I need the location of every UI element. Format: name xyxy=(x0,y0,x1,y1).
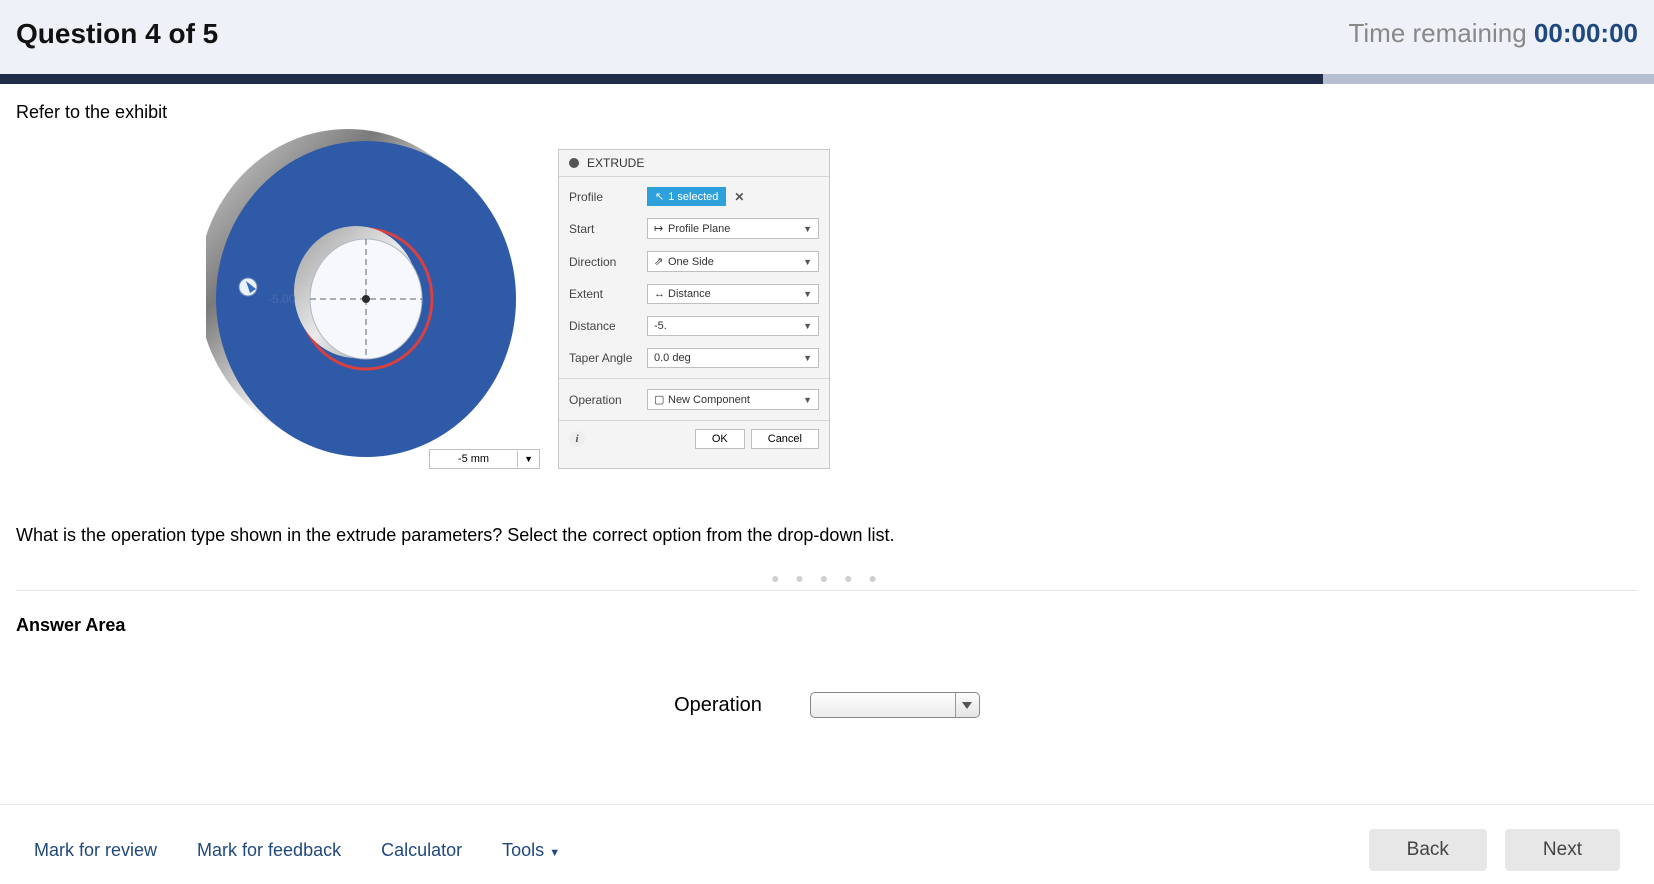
model-preview: -5.00 -5 mm ▼ xyxy=(206,129,526,469)
direction-select[interactable]: ⇗One Side ▼ xyxy=(647,251,819,272)
extent-value: Distance xyxy=(668,288,711,300)
taper-value: 0.0 deg xyxy=(654,352,691,364)
operation-dropdown[interactable] xyxy=(810,692,980,718)
dimension-value: -5 mm xyxy=(430,450,517,468)
extent-select[interactable]: ↔Distance ▼ xyxy=(647,284,819,304)
triangle-down-icon xyxy=(962,702,972,709)
header-bar: Question 4 of 5 Time remaining 00:00:00 xyxy=(0,0,1654,74)
profile-label: Profile xyxy=(569,190,647,204)
panel-title-bar: EXTRUDE xyxy=(559,150,829,177)
dimension-pill[interactable]: -5 mm ▼ xyxy=(429,449,540,469)
chevron-down-icon: ▼ xyxy=(549,847,560,859)
extrude-panel: EXTRUDE Profile ↖ 1 selected ✕ Start ↦Pr… xyxy=(558,149,830,469)
exhibit: -5.00 -5 mm ▼ EXTRUDE Profile ↖ 1 select… xyxy=(206,129,1638,469)
row-profile: Profile ↖ 1 selected ✕ xyxy=(559,181,829,212)
start-select[interactable]: ↦Profile Plane ▼ xyxy=(647,218,819,239)
answer-row: Operation xyxy=(16,692,1638,718)
svg-text:-5.00: -5.00 xyxy=(268,292,296,306)
chevron-down-icon: ▼ xyxy=(803,224,812,234)
distance-value: -5. xyxy=(654,320,667,332)
panel-footer: i OK Cancel xyxy=(559,420,829,457)
calculator-link[interactable]: Calculator xyxy=(381,840,462,861)
ring-model-svg: -5.00 xyxy=(206,129,526,469)
row-extent: Extent ↔Distance ▼ xyxy=(559,278,829,310)
start-label: Start xyxy=(569,222,647,236)
chevron-down-icon: ▼ xyxy=(803,395,812,405)
panel-title: EXTRUDE xyxy=(587,156,644,170)
question-title: Question 4 of 5 xyxy=(16,18,218,50)
extent-label: Extent xyxy=(569,287,647,301)
taper-input[interactable]: 0.0 deg ▼ xyxy=(647,348,819,368)
dropdown-button[interactable] xyxy=(955,693,979,717)
taper-label: Taper Angle xyxy=(569,351,647,365)
time-remaining: Time remaining 00:00:00 xyxy=(1348,18,1638,49)
direction-icon: ⇗ xyxy=(654,255,668,268)
cursor-icon: ↖ xyxy=(655,190,664,203)
tools-link[interactable]: Tools ▼ xyxy=(502,840,560,861)
tools-label: Tools xyxy=(502,840,544,860)
chevron-down-icon: ▼ xyxy=(803,353,812,363)
divider xyxy=(16,590,1638,591)
chevron-down-icon: ▼ xyxy=(803,289,812,299)
next-button[interactable]: Next xyxy=(1505,829,1620,871)
direction-value: One Side xyxy=(668,256,714,268)
instruction-text: Refer to the exhibit xyxy=(16,102,1638,123)
chevron-down-icon: ▼ xyxy=(517,451,539,467)
answer-area-label: Answer Area xyxy=(16,615,1638,636)
mark-feedback-link[interactable]: Mark for feedback xyxy=(197,840,341,861)
component-icon: ▢ xyxy=(654,393,668,406)
row-taper: Taper Angle 0.0 deg ▼ xyxy=(559,342,829,374)
start-value: Profile Plane xyxy=(668,223,730,235)
profile-value: 1 selected xyxy=(668,191,718,203)
chevron-down-icon: ▼ xyxy=(803,321,812,331)
progress-bar xyxy=(0,74,1654,84)
mark-review-link[interactable]: Mark for review xyxy=(34,840,157,861)
dots-separator: ● ● ● ● ● xyxy=(16,570,1638,586)
info-icon[interactable]: i xyxy=(569,431,585,447)
chevron-down-icon: ▼ xyxy=(803,257,812,267)
distance-icon: ↔ xyxy=(654,288,668,300)
distance-label: Distance xyxy=(569,319,647,333)
progress-fill xyxy=(0,74,1323,84)
time-label: Time remaining xyxy=(1348,18,1533,48)
direction-label: Direction xyxy=(569,255,647,269)
cancel-button[interactable]: Cancel xyxy=(751,429,819,449)
time-value: 00:00:00 xyxy=(1534,18,1638,48)
profile-chip[interactable]: ↖ 1 selected xyxy=(647,187,726,206)
collapse-icon[interactable] xyxy=(569,158,579,168)
back-button[interactable]: Back xyxy=(1369,829,1487,871)
footer-bar: Mark for review Mark for feedback Calcul… xyxy=(0,804,1654,871)
operation-select[interactable]: ▢New Component ▼ xyxy=(647,389,819,410)
row-operation: Operation ▢New Component ▼ xyxy=(559,383,829,416)
answer-field-label: Operation xyxy=(674,694,762,717)
question-text: What is the operation type shown in the … xyxy=(16,525,1638,546)
operation-value: New Component xyxy=(668,394,750,406)
row-start: Start ↦Profile Plane ▼ xyxy=(559,212,829,245)
ok-button[interactable]: OK xyxy=(695,429,745,449)
operation-label: Operation xyxy=(569,393,647,407)
clear-profile-icon[interactable]: ✕ xyxy=(734,190,744,204)
plane-icon: ↦ xyxy=(654,222,668,235)
distance-input[interactable]: -5. ▼ xyxy=(647,316,819,336)
separator xyxy=(559,378,829,379)
row-distance: Distance -5. ▼ xyxy=(559,310,829,342)
row-direction: Direction ⇗One Side ▼ xyxy=(559,245,829,278)
